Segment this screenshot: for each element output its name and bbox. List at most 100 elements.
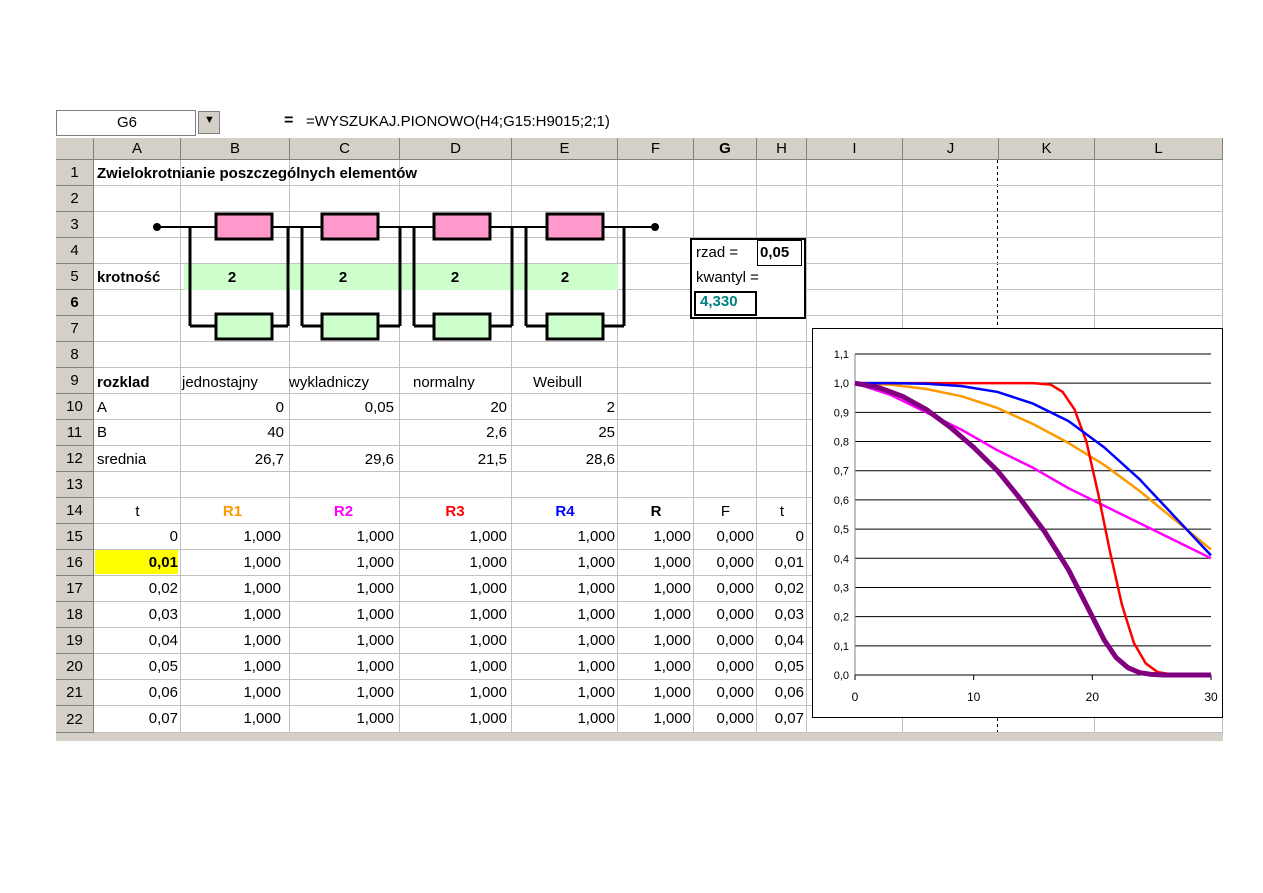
- table-cell[interactable]: 1,000: [512, 528, 618, 545]
- table-header-1[interactable]: R1: [181, 503, 284, 520]
- table-header-2[interactable]: R2: [290, 503, 397, 520]
- table-cell[interactable]: 1,000: [181, 580, 284, 597]
- table-cell[interactable]: 0,02: [757, 580, 807, 597]
- select-all-corner[interactable]: [56, 138, 94, 160]
- column-header-b[interactable]: B: [181, 138, 290, 160]
- table-cell[interactable]: 1,000: [618, 580, 694, 597]
- param-a-label[interactable]: A: [94, 399, 110, 416]
- column-header-l[interactable]: L: [1095, 138, 1223, 160]
- table-header-5[interactable]: R: [618, 503, 694, 520]
- row-header-20[interactable]: 20: [56, 654, 94, 680]
- param-b-b[interactable]: 40: [184, 424, 287, 441]
- row-header-7[interactable]: 7: [56, 316, 94, 342]
- row-header-21[interactable]: 21: [56, 680, 94, 706]
- row-header-14[interactable]: 14: [56, 498, 94, 524]
- table-cell[interactable]: 1,000: [290, 632, 397, 649]
- table-cell[interactable]: 1,000: [290, 684, 397, 701]
- table-cell[interactable]: 0,05: [94, 658, 181, 675]
- table-cell[interactable]: 1,000: [181, 684, 284, 701]
- column-header-g[interactable]: G: [694, 138, 757, 160]
- table-cell[interactable]: 0,000: [694, 528, 757, 545]
- table-cell[interactable]: 0,04: [757, 632, 807, 649]
- rozklad-name-b[interactable]: jednostajny: [179, 374, 261, 391]
- table-cell[interactable]: 0,000: [694, 606, 757, 623]
- column-header-a[interactable]: A: [94, 138, 181, 160]
- table-cell[interactable]: 1,000: [181, 632, 284, 649]
- krotnosc-label[interactable]: krotność: [94, 269, 163, 286]
- srednia-d[interactable]: 21,5: [400, 451, 510, 468]
- rzad-value[interactable]: 0,05: [757, 244, 792, 261]
- table-cell[interactable]: 1,000: [618, 632, 694, 649]
- formula-equals-button[interactable]: =: [284, 112, 293, 130]
- column-header-f[interactable]: F: [618, 138, 694, 160]
- table-cell[interactable]: 0,07: [94, 710, 181, 727]
- table-cell[interactable]: 1,000: [400, 528, 510, 545]
- row-header-15[interactable]: 15: [56, 524, 94, 550]
- table-cell[interactable]: 1,000: [400, 658, 510, 675]
- table-cell[interactable]: 1,000: [512, 606, 618, 623]
- table-cell[interactable]: 1,000: [181, 554, 284, 571]
- table-cell[interactable]: 1,000: [512, 554, 618, 571]
- sheet-title[interactable]: Zwielokrotnianie poszczególnych elementó…: [94, 165, 420, 182]
- table-cell[interactable]: 0,01: [94, 554, 181, 571]
- table-cell[interactable]: 0,03: [94, 606, 181, 623]
- table-cell[interactable]: 1,000: [400, 580, 510, 597]
- column-header-k[interactable]: K: [999, 138, 1095, 160]
- row-header-11[interactable]: 11: [56, 420, 94, 446]
- column-header-j[interactable]: J: [903, 138, 999, 160]
- table-cell[interactable]: 1,000: [618, 658, 694, 675]
- param-b-d[interactable]: 2,6: [400, 424, 510, 441]
- table-cell[interactable]: 1,000: [618, 684, 694, 701]
- column-header-d[interactable]: D: [400, 138, 512, 160]
- table-cell[interactable]: 0,06: [94, 684, 181, 701]
- name-box-dropdown-button[interactable]: ▼: [198, 111, 220, 134]
- column-header-i[interactable]: I: [807, 138, 903, 160]
- row-header-4[interactable]: 4: [56, 238, 94, 264]
- table-cell[interactable]: 0,000: [694, 632, 757, 649]
- table-cell[interactable]: 0,000: [694, 658, 757, 675]
- row-header-10[interactable]: 10: [56, 394, 94, 420]
- row-header-22[interactable]: 22: [56, 706, 94, 733]
- rozklad-name-c[interactable]: wykladniczy: [286, 374, 372, 391]
- table-cell[interactable]: 1,000: [512, 580, 618, 597]
- table-cell[interactable]: 1,000: [181, 710, 284, 727]
- row-header-6[interactable]: 6: [56, 290, 94, 316]
- param-a-d[interactable]: 20: [400, 399, 510, 416]
- table-cell[interactable]: 0: [94, 528, 181, 545]
- table-cell[interactable]: 0,02: [94, 580, 181, 597]
- formula-input[interactable]: =WYSZUKAJ.PIONOWO(H4;G15:H9015;2;1): [306, 113, 610, 130]
- table-cell[interactable]: 1,000: [400, 606, 510, 623]
- table-cell[interactable]: 1,000: [181, 606, 284, 623]
- table-cell[interactable]: 0,000: [694, 684, 757, 701]
- table-cell[interactable]: 1,000: [512, 710, 618, 727]
- rozklad-name-d[interactable]: normalny: [410, 374, 478, 391]
- row-header-13[interactable]: 13: [56, 472, 94, 498]
- param-b-e[interactable]: 25: [512, 424, 618, 441]
- srednia-b[interactable]: 26,7: [184, 451, 287, 468]
- table-cell[interactable]: 0,000: [694, 710, 757, 727]
- table-cell[interactable]: 1,000: [290, 580, 397, 597]
- table-cell[interactable]: 1,000: [181, 528, 284, 545]
- table-cell[interactable]: 1,000: [618, 710, 694, 727]
- table-cell[interactable]: 0,07: [757, 710, 807, 727]
- table-cell[interactable]: 0,06: [757, 684, 807, 701]
- table-cell[interactable]: 1,000: [290, 554, 397, 571]
- kwantyl-value[interactable]: 4,330: [697, 293, 741, 310]
- table-cell[interactable]: 0,04: [94, 632, 181, 649]
- table-cell[interactable]: 1,000: [400, 554, 510, 571]
- name-box[interactable]: G6: [56, 110, 196, 136]
- sheet-tabs-bar[interactable]: [56, 733, 1223, 741]
- table-cell[interactable]: 1,000: [512, 632, 618, 649]
- column-header-h[interactable]: H: [757, 138, 807, 160]
- table-cell[interactable]: 1,000: [290, 658, 397, 675]
- table-cell[interactable]: 0,000: [694, 554, 757, 571]
- rozklad-label[interactable]: rozklad: [94, 374, 153, 391]
- row-header-1[interactable]: 1: [56, 160, 94, 186]
- table-cell[interactable]: 1,000: [400, 710, 510, 727]
- row-header-5[interactable]: 5: [56, 264, 94, 290]
- table-cell[interactable]: 1,000: [512, 684, 618, 701]
- kwantyl-label[interactable]: kwantyl =: [693, 269, 762, 286]
- table-cell[interactable]: 0,03: [757, 606, 807, 623]
- row-header-2[interactable]: 2: [56, 186, 94, 212]
- param-b-label[interactable]: B: [94, 424, 110, 441]
